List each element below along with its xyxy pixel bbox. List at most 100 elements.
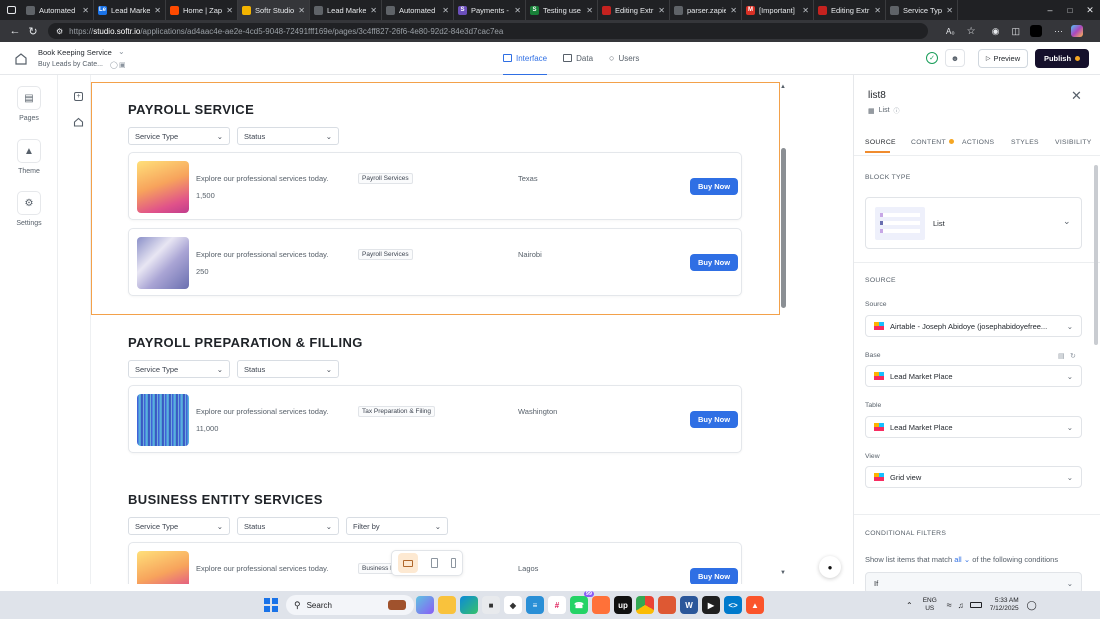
browser-tab[interactable]: Automated ✕ <box>22 0 94 20</box>
browser-tab[interactable]: Softr Studio ✕ <box>238 0 310 20</box>
read-aloud-icon[interactable]: A₀ <box>946 27 955 36</box>
url-field[interactable]: ⚙ https://studio.softr.io/applications/a… <box>48 23 928 39</box>
preview-button[interactable]: ▷ Preview <box>978 49 1028 68</box>
brave-icon[interactable]: ▲ <box>746 596 764 614</box>
tab-close-icon[interactable]: ✕ <box>298 6 305 15</box>
vscode-icon[interactable]: <> <box>724 596 742 614</box>
publish-button[interactable]: Publish <box>1035 49 1089 68</box>
copilot-icon[interactable] <box>1071 25 1083 37</box>
browser-tab[interactable]: Editing Extr ✕ <box>598 0 670 20</box>
browser-tab[interactable]: S Payments - ✕ <box>454 0 526 20</box>
view-select[interactable]: Grid view ⌄ <box>865 466 1082 488</box>
tab-close-icon[interactable]: ✕ <box>802 6 809 15</box>
firefox-icon[interactable] <box>592 596 610 614</box>
filter-status[interactable]: Status ⌄ <box>237 127 339 145</box>
scroll-down-icon[interactable]: ▼ <box>780 570 786 576</box>
list-item[interactable]: Explore our professional services today.… <box>128 152 742 220</box>
filter-service-type[interactable]: Service Type ⌄ <box>128 517 230 535</box>
source-select[interactable]: Airtable - Joseph Abidoye (josephabidoye… <box>865 315 1082 337</box>
notes-icon[interactable]: ≡ <box>526 596 544 614</box>
tab-close-icon[interactable]: ✕ <box>226 6 233 15</box>
browser-tab[interactable]: Automated ✕ <box>382 0 454 20</box>
tab-content[interactable]: CONTENT <box>911 139 954 146</box>
tab-close-icon[interactable]: ✕ <box>874 6 881 15</box>
buy-now-button[interactable]: Buy Now <box>690 411 739 428</box>
tab-visibility[interactable]: VISIBILITY <box>1055 139 1092 146</box>
rail-item-settings[interactable]: ⚙ Settings <box>0 191 58 227</box>
buy-now-button[interactable]: Buy Now <box>690 568 739 584</box>
base-select[interactable]: Lead Market Place ⌄ <box>865 365 1082 387</box>
edge-browser-icon[interactable] <box>460 596 478 614</box>
tab-close-icon[interactable]: ✕ <box>586 6 593 15</box>
split-screen-icon[interactable]: ◫ <box>1011 26 1020 37</box>
browser-tab[interactable]: Le Lead Market ✕ <box>94 0 166 20</box>
browser-tab[interactable]: Service Type ✕ <box>886 0 958 20</box>
invite-user-icon[interactable]: ☻ <box>945 49 965 67</box>
home-icon[interactable] <box>14 52 28 65</box>
browser-tab[interactable]: Lead Market ✕ <box>310 0 382 20</box>
site-info-icon[interactable]: ⚙ <box>56 27 63 36</box>
rail-item-theme[interactable]: ▲ Theme <box>0 139 58 175</box>
profile-icon[interactable] <box>1030 25 1042 37</box>
extensions-icon[interactable]: ◉ <box>992 26 1000 37</box>
table-select[interactable]: Lead Market Place ⌄ <box>865 416 1082 438</box>
tab-actions[interactable]: ACTIONS <box>962 139 994 146</box>
tab-close-icon[interactable]: ✕ <box>658 6 665 15</box>
buy-now-button[interactable]: Buy Now <box>690 178 739 195</box>
browser-tab[interactable]: S Testing use ✕ <box>526 0 598 20</box>
battery-icon[interactable] <box>969 602 982 608</box>
volume-icon[interactable]: ♫ <box>958 601 964 610</box>
more-menu-icon[interactable]: ··· <box>1054 26 1063 36</box>
taskbar-search[interactable]: ⚲ Search <box>286 595 414 615</box>
app-dropdown-icon[interactable]: ⌄ <box>118 47 125 56</box>
tab-close-icon[interactable]: ✕ <box>154 6 161 15</box>
upwork-icon[interactable]: up <box>614 596 632 614</box>
page-home-icon[interactable] <box>73 117 84 129</box>
block-type-select[interactable]: List ⌄ <box>865 197 1082 249</box>
tab-data[interactable]: Data <box>563 53 593 63</box>
language-indicator[interactable]: ENG US <box>923 597 937 613</box>
close-panel-icon[interactable]: ✕ <box>1071 88 1082 104</box>
filter-by[interactable]: Filter by ⌄ <box>346 517 448 535</box>
browser-tab[interactable]: parser.zapie ✕ <box>670 0 742 20</box>
filter-status[interactable]: Status ⌄ <box>237 517 339 535</box>
mobile-view-icon[interactable] <box>450 558 456 568</box>
duckduckgo-icon[interactable] <box>658 596 676 614</box>
reload-icon[interactable]: ↻ <box>24 25 42 38</box>
window-close-icon[interactable]: ✕ <box>1080 5 1100 16</box>
app-icon[interactable]: ◆ <box>504 596 522 614</box>
app-name[interactable]: Book Keeping Service <box>38 48 112 57</box>
tab-close-icon[interactable]: ✕ <box>370 6 377 15</box>
scroll-up-icon[interactable]: ▲ <box>780 84 786 90</box>
favorite-icon[interactable]: ☆ <box>967 26 976 37</box>
desktop-view-icon[interactable] <box>398 553 419 573</box>
rail-item-pages[interactable]: ▤ Pages <box>0 86 58 122</box>
filter-status[interactable]: Status ⌄ <box>237 360 339 378</box>
tab-actions-icon[interactable] <box>0 0 22 20</box>
chrome-icon[interactable] <box>636 596 654 614</box>
refresh-icon[interactable]: ↻ <box>1070 352 1076 360</box>
tab-close-icon[interactable]: ✕ <box>514 6 521 15</box>
minimize-icon[interactable]: – <box>1040 5 1060 15</box>
browser-tab[interactable]: M [Important] ✕ <box>742 0 814 20</box>
canvas-scrollbar-thumb[interactable] <box>781 148 786 308</box>
wifi-icon[interactable]: ≈ <box>947 600 952 610</box>
tab-close-icon[interactable]: ✕ <box>442 6 449 15</box>
tab-users[interactable]: ○ Users <box>609 53 639 63</box>
list-item[interactable]: Explore our professional services today.… <box>128 385 742 453</box>
tab-close-icon[interactable]: ✕ <box>82 6 89 15</box>
slack-icon[interactable]: # <box>548 596 566 614</box>
list-item[interactable]: Explore our professional services today.… <box>128 228 742 296</box>
word-icon[interactable]: W <box>680 596 698 614</box>
clock[interactable]: 5:33 AM 7/12/2025 <box>990 597 1019 613</box>
back-icon[interactable]: ← <box>6 25 24 37</box>
tab-close-icon[interactable]: ✕ <box>730 6 737 15</box>
windows-start-icon[interactable] <box>264 598 278 612</box>
match-mode-select[interactable]: all ⌄ <box>954 555 970 564</box>
open-base-icon[interactable]: ▤ <box>1058 352 1065 360</box>
add-block-icon[interactable]: + <box>74 92 83 101</box>
chat-support-icon[interactable]: ● <box>819 556 841 578</box>
filter-service-type[interactable]: Service Type ⌄ <box>128 127 230 145</box>
copilot-app-icon[interactable] <box>416 596 434 614</box>
page-name[interactable]: Buy Leads by Cate... <box>38 61 103 68</box>
